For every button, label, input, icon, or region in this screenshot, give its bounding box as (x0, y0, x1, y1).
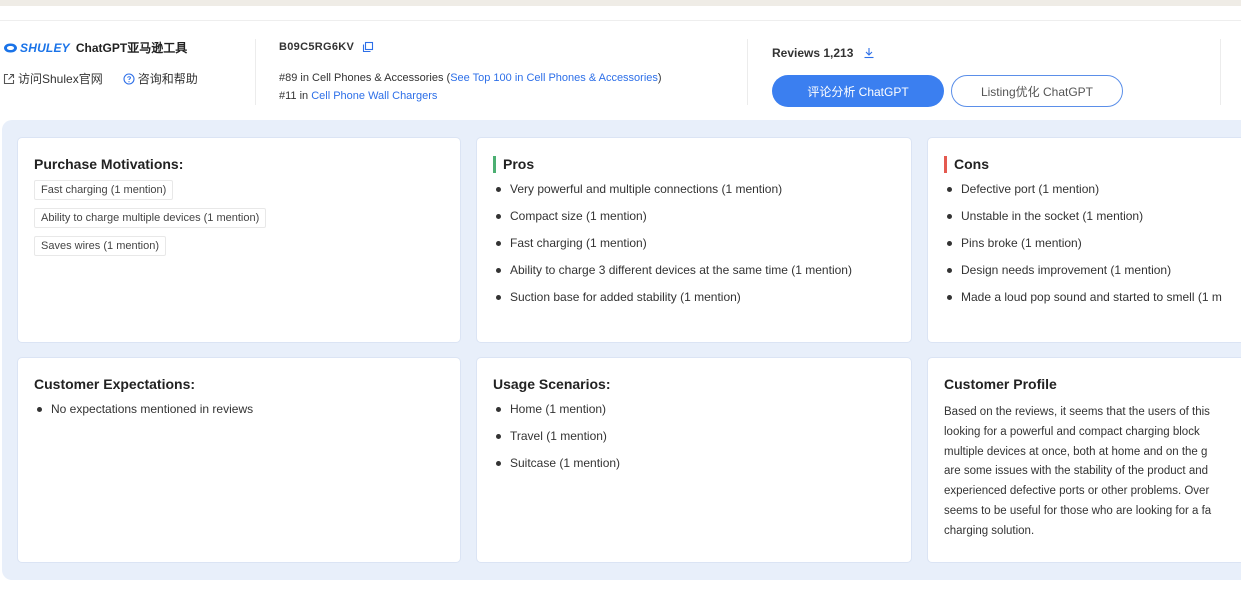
profile-line: Based on the reviews, it seems that the … (944, 406, 1210, 418)
cons-card: Cons Defective port (1 mention) Unstable… (928, 138, 1241, 342)
list-item: Made a loud pop sound and started to sme… (946, 290, 1222, 305)
reviews-row: Reviews 1,213 (772, 46, 1123, 60)
card-title: Cons (944, 156, 989, 173)
asin-row: B09C5RG6KV (279, 41, 662, 53)
list-item: Compact size (1 mention) (495, 209, 852, 224)
shulex-logo[interactable]: SHULEY (3, 41, 70, 55)
rank1-prefix: #89 in Cell Phones & Accessories ( (279, 72, 451, 84)
header-divider (255, 39, 256, 105)
tool-name: ChatGPT亚马逊工具 (75, 41, 188, 55)
profile-line: charging solution. (944, 524, 1035, 537)
asin-value: B09C5RG6KV (279, 41, 355, 53)
copy-icon[interactable] (362, 41, 374, 53)
customer-expectations-card: Customer Expectations: No expectations m… (18, 358, 460, 562)
list-item: No expectations mentioned in reviews (36, 402, 253, 417)
profile-line: looking for a powerful and compact charg… (944, 425, 1200, 438)
rank1-suffix: ) (657, 72, 662, 84)
list-item: Home (1 mention) (495, 402, 620, 417)
download-icon[interactable] (863, 47, 875, 59)
motivation-chip: Ability to charge multiple devices (1 me… (34, 208, 267, 228)
profile-line: experienced defective ports or other pro… (944, 485, 1210, 498)
profile-text: Based on the reviews, it seems that the … (944, 403, 1241, 542)
expectations-list: No expectations mentioned in reviews (36, 402, 253, 429)
list-item: Travel (1 mention) (495, 429, 620, 444)
shulex-logo-icon (4, 43, 17, 52)
cons-list: Defective port (1 mention) Unstable in t… (946, 182, 1222, 317)
top100-link[interactable]: See Top 100 in Cell Phones & Accessories (450, 72, 658, 84)
customer-profile-card: Customer Profile Based on the reviews, i… (928, 358, 1241, 562)
help-circle-icon (123, 72, 135, 85)
header-divider (747, 39, 748, 105)
brand-logo-text: SHULEY (20, 40, 70, 55)
header-links: 访问Shulex官网 咨询和帮助 (3, 70, 198, 87)
list-item: Fast charging (1 mention) (495, 236, 852, 251)
action-buttons: 评论分析 ChatGPT Listing优化 ChatGPT (772, 75, 1123, 107)
header-divider (1220, 39, 1221, 105)
list-item: Defective port (1 mention) (946, 182, 1222, 197)
top-strip (0, 0, 1241, 6)
list-item: Very powerful and multiple connections (… (495, 182, 852, 197)
visit-official-site-link[interactable]: 访问Shulex官网 (3, 70, 103, 87)
profile-line: are some issues with the stability of th… (944, 465, 1209, 478)
motivation-chip: Fast charging (1 mention) (34, 180, 174, 200)
help-label: 咨询和帮助 (137, 72, 198, 86)
rank-subcategory: #11 in Cell Phone Wall Chargers (279, 87, 662, 105)
reviews-block: Reviews 1,213 评论分析 ChatGPT Listing优化 Cha… (772, 46, 1123, 107)
pros-list: Very powerful and multiple connections (… (495, 182, 852, 317)
rank2-prefix: #11 in (279, 90, 312, 102)
purchase-motivations-card: Purchase Motivations: Fast charging (1 m… (18, 138, 460, 342)
card-title: Customer Expectations: (34, 376, 196, 392)
pros-card: Pros Very powerful and multiple connecti… (477, 138, 911, 342)
list-item: Pins broke (1 mention) (946, 236, 1222, 251)
card-title: Purchase Motivations: (34, 156, 184, 172)
header-bar: SHULEY ChatGPT亚马逊工具 访问Shulex官网 咨询和帮助 B09… (0, 20, 1241, 120)
card-title: Pros (493, 156, 534, 173)
list-item: Suction base for added stability (1 ment… (495, 290, 852, 305)
review-analysis-button[interactable]: 评论分析 ChatGPT (772, 75, 944, 107)
subcategory-link[interactable]: Cell Phone Wall Chargers (311, 90, 437, 102)
usage-scenarios-card: Usage Scenarios: Home (1 mention) Travel… (477, 358, 911, 562)
scenarios-list: Home (1 mention) Travel (1 mention) Suit… (495, 402, 620, 483)
list-item: Ability to charge 3 different devices at… (495, 263, 852, 278)
motivation-chip: Saves wires (1 mention) (34, 236, 166, 256)
list-item: Design needs improvement (1 mention) (946, 263, 1222, 278)
listing-optimize-button[interactable]: Listing优化 ChatGPT (951, 75, 1123, 107)
card-title: Customer Profile (944, 376, 1057, 392)
visit-official-site-label: 访问Shulex官网 (18, 72, 103, 86)
product-info: B09C5RG6KV #89 in Cell Phones & Accessor… (279, 41, 662, 105)
rank-category: #89 in Cell Phones & Accessories (See To… (279, 69, 662, 87)
help-link[interactable]: 咨询和帮助 (123, 70, 198, 87)
reviews-count: Reviews 1,213 (772, 46, 854, 60)
card-title: Usage Scenarios: (493, 376, 611, 392)
profile-line: seems to be useful for those who are loo… (944, 504, 1212, 517)
list-item: Suitcase (1 mention) (495, 456, 620, 471)
profile-line: multiple devices at once, both at home a… (944, 445, 1208, 458)
motivation-chips: Fast charging (1 mention) Ability to cha… (34, 180, 267, 264)
list-item: Unstable in the socket (1 mention) (946, 209, 1222, 224)
analysis-panel: Purchase Motivations: Fast charging (1 m… (2, 120, 1241, 580)
external-link-icon (3, 73, 15, 84)
brand: SHULEY ChatGPT亚马逊工具 (3, 39, 187, 56)
